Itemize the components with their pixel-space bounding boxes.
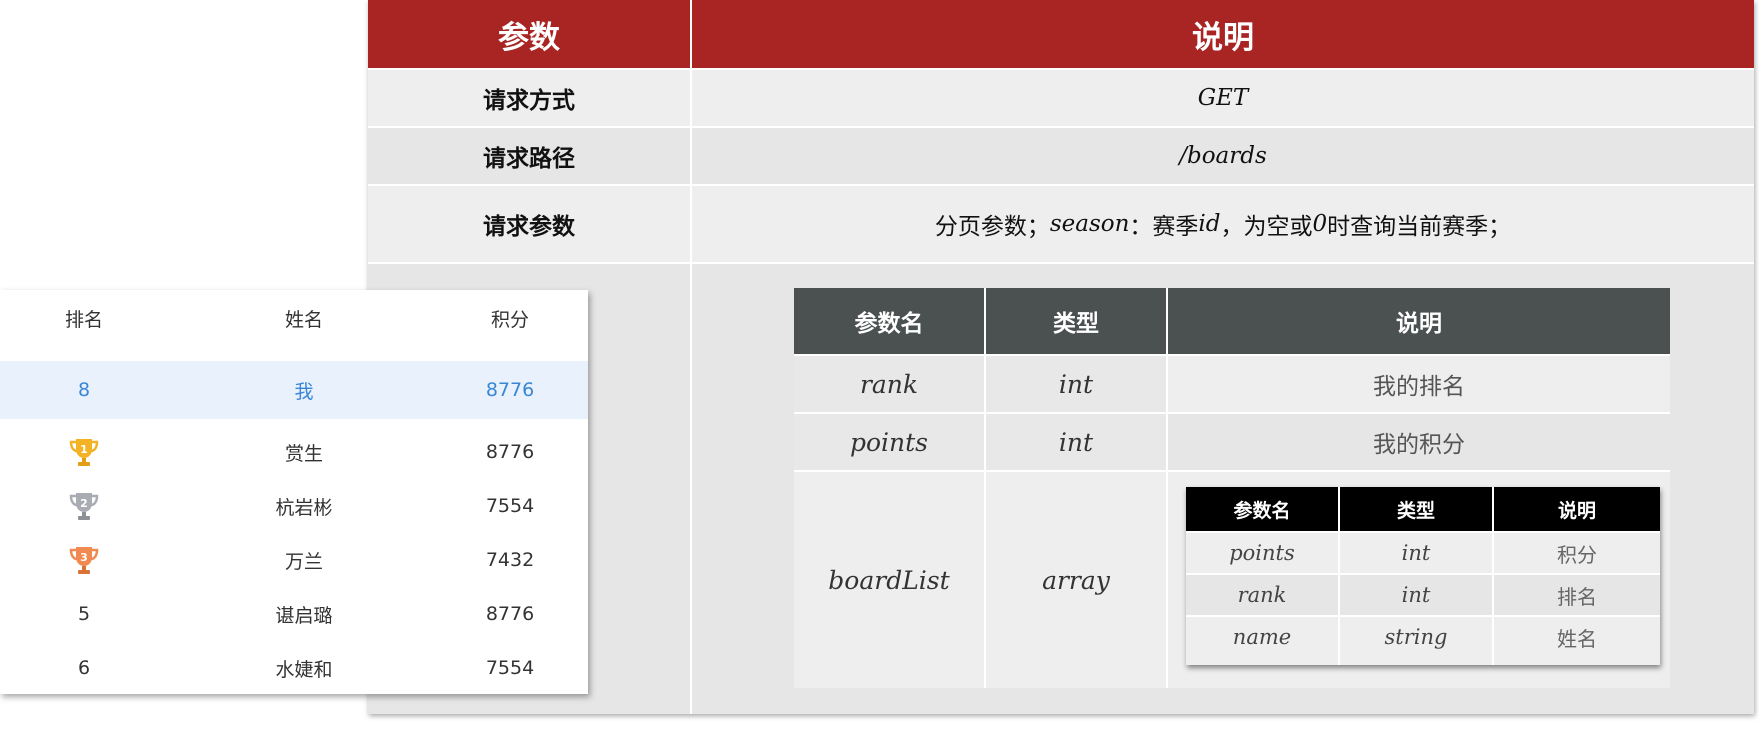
my-points: 8776 [485,379,535,401]
player-points: 7432 [485,549,535,571]
response-rank-type: int [1058,369,1094,399]
response-header-type: 类型 [986,288,1166,354]
response-header-desc: 说明 [1168,288,1670,354]
leaderboard-header: 排名 姓名 积分 [0,290,588,346]
inner-header-type: 类型 [1340,487,1492,531]
inner-header-desc: 说明 [1494,487,1660,531]
column-divider [1492,487,1494,665]
row-divider [794,354,1670,356]
inner-points-desc: 积分 [1557,542,1597,567]
response-rank-name: rank [859,369,919,399]
leaderboard-row-me[interactable]: 8 我 8776 [0,361,588,419]
trophy-rank: 1 [80,443,88,456]
params-text: 分页参数； [934,214,1050,240]
params-id: id [1198,211,1221,237]
rank-cell: 1 [24,436,144,468]
row-params-label: 请求参数 [483,214,575,240]
params-text: ，为空或 [1220,214,1313,240]
leaderboard-card: 排名 姓名 积分 8 我 8776 1 赏生 8776 2 杭岩彬 7554 3… [0,290,588,694]
player-points: 8776 [485,441,535,463]
params-text: ：赛季 [1129,214,1199,240]
inner-points-type: int [1401,541,1431,565]
row-divider [368,126,1754,128]
inner-rank-type: int [1340,575,1492,615]
leaderboard-row[interactable]: 5 谌启璐 8776 [0,589,588,639]
leaderboard-row[interactable]: 1 赏生 8776 [0,427,588,477]
column-divider [690,0,692,714]
leaderboard-row[interactable]: 2 杭岩彬 7554 [0,481,588,531]
inner-header-name: 参数名 [1186,487,1338,531]
header-desc: 说明 [692,0,1754,68]
inner-name-desc: 姓名 [1557,626,1597,651]
player-name: 杭岩彬 [275,496,333,519]
response-points-type: int [1058,427,1094,457]
row-divider [1186,573,1660,575]
header-param: 参数 [368,0,690,68]
response-rank-desc: 我的排名 [1168,356,1670,412]
header-rank: 排名 [64,308,103,331]
row-divider [368,68,1754,70]
player-points: 7554 [485,657,535,679]
boardlist-fields-table: 参数名 类型 说明 points int 积分 rank int 排名 name… [1186,487,1660,665]
rank-cell: 3 [24,544,144,576]
row-path-label: 请求路径 [368,128,690,184]
row-divider [368,262,1754,264]
row-method-value: GET [1197,85,1249,111]
params-text: 时查询当前赛季； [1327,214,1512,240]
column-divider [1166,288,1168,688]
player-name: 谌启璐 [275,604,333,627]
player-points: 8776 [485,603,535,625]
leaderboard-row[interactable]: 6 水婕和 7554 [0,643,588,693]
inner-rank-name: rank [1186,575,1338,615]
response-boardlist-name: boardList [794,472,984,688]
player-name: 万兰 [284,550,323,573]
column-divider [984,288,986,688]
trophy-rank: 2 [80,497,88,510]
trophy-icon: 2 [69,493,99,520]
column-divider [1338,487,1340,665]
player-points: 7554 [485,495,535,517]
player-name: 赏生 [284,442,323,465]
row-divider [794,470,1670,472]
leaderboard-row[interactable]: 3 万兰 7432 [0,535,588,585]
player-name: 水婕和 [275,658,333,681]
row-divider [368,184,1754,186]
player-rank: 5 [77,603,91,625]
inner-rank-desc: 排名 [1494,575,1660,615]
trophy-rank: 3 [80,551,88,564]
response-points-desc: 我的积分 [1168,414,1670,470]
params-zero: 0 [1312,211,1328,237]
response-header-name: 参数名 [794,288,984,354]
inner-name-type: string [1384,625,1448,649]
inner-name-name: name [1232,625,1292,649]
row-divider [794,412,1670,414]
row-method-label: 请求方式 [483,88,575,114]
row-params-value: 分页参数； season ：赛季 id ，为空或 0 时查询当前赛季； [692,186,1754,262]
row-divider [1186,615,1660,617]
player-rank: 6 [77,657,91,679]
response-points-name: points [849,427,929,457]
params-season: season [1049,211,1130,237]
row-path-value: /boards [692,128,1754,184]
my-name: 我 [294,380,314,403]
trophy-icon: 1 [69,439,99,466]
row-divider [1186,531,1660,533]
response-boardlist-type: array [986,472,1166,688]
rank-cell: 2 [24,490,144,522]
trophy-icon: 3 [69,547,99,574]
my-rank: 8 [77,379,91,401]
header-name: 姓名 [284,308,323,331]
inner-points-name: points [1229,541,1295,565]
header-points: 积分 [490,308,529,331]
